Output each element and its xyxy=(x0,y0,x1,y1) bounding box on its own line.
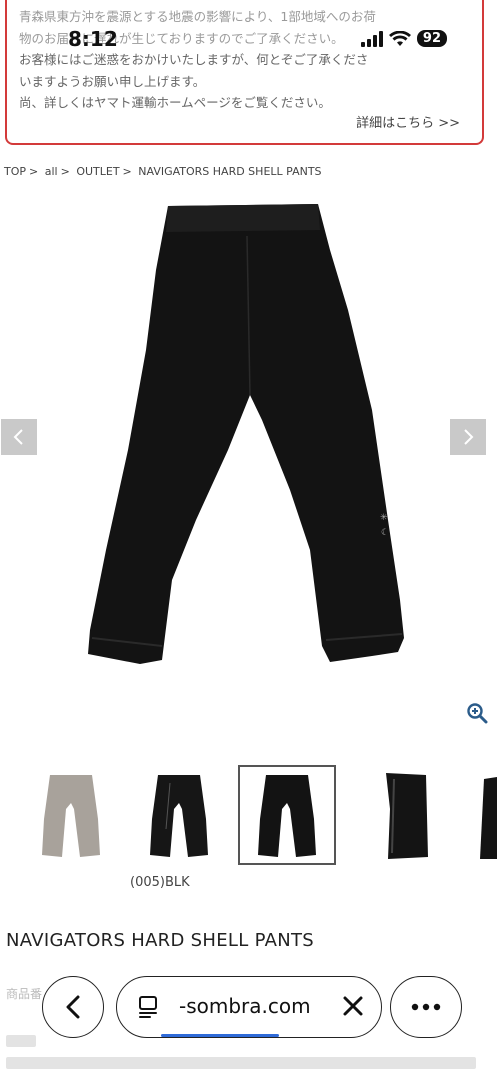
product-title: NAVIGATORS HARD SHELL PANTS xyxy=(6,930,314,951)
breadcrumb-outlet[interactable]: OUTLET xyxy=(76,165,119,178)
breadcrumb-separator: > xyxy=(29,165,39,178)
chevron-right-icon xyxy=(464,429,474,445)
url-text: -sombra.com xyxy=(179,994,311,1018)
signal-icon xyxy=(360,30,383,47)
zoom-in-icon xyxy=(467,703,488,724)
more-button[interactable] xyxy=(390,976,462,1038)
svg-text:✳: ✳ xyxy=(380,513,388,523)
breadcrumb-top[interactable]: TOP xyxy=(4,165,26,178)
thumbnail-black-front[interactable] xyxy=(238,765,336,865)
thumbnail-beige[interactable] xyxy=(22,765,120,865)
status-bar: 8:12 92 xyxy=(0,27,497,55)
breadcrumb-current: NAVIGATORS HARD SHELL PANTS xyxy=(138,165,322,178)
chevron-left-icon xyxy=(13,429,23,445)
back-button[interactable] xyxy=(42,976,104,1038)
more-icon xyxy=(411,1003,441,1011)
gallery-prev-button[interactable] xyxy=(1,419,37,455)
address-bar[interactable]: -sombra.com xyxy=(116,976,382,1038)
close-icon[interactable] xyxy=(341,994,365,1018)
notice-more-link[interactable]: 詳細はこちら >> xyxy=(356,112,460,131)
notice-banner: 青森県東方沖を震源とする地震の影響により、1部地域へのお荷 物のお届けに遅れが生… xyxy=(5,0,484,145)
battery-indicator: 92 xyxy=(416,30,447,47)
wifi-icon xyxy=(388,30,411,46)
status-time: 8:12 xyxy=(68,27,118,51)
color-label: (005)BLK xyxy=(130,875,190,890)
browser-toolbar: -sombra.com xyxy=(0,972,497,1052)
pants-image: ✳ ☾ xyxy=(88,204,404,664)
thumbnail-strip xyxy=(0,765,497,870)
notice-line-5: 尚、詳しくはヤマト運輸ホームページをご覧ください。 xyxy=(19,95,331,110)
status-icons: 92 xyxy=(360,30,447,47)
obscured-text xyxy=(6,1057,476,1069)
breadcrumb-all[interactable]: all xyxy=(45,165,58,178)
page-load-progress xyxy=(161,1034,279,1037)
thumbnail-black-side[interactable] xyxy=(130,765,228,865)
breadcrumb-separator: > xyxy=(60,165,70,178)
product-image[interactable]: ✳ ☾ xyxy=(0,190,497,680)
zoom-button[interactable] xyxy=(466,702,488,728)
breadcrumb: TOP > all > OUTLET > NAVIGATORS HARD SHELL … xyxy=(4,165,325,178)
tabs-icon xyxy=(139,996,157,1018)
svg-text:☾: ☾ xyxy=(381,528,389,538)
thumbnail-partial[interactable] xyxy=(460,765,497,865)
thumbnail-black-detail[interactable] xyxy=(350,765,448,865)
breadcrumb-separator: > xyxy=(122,165,132,178)
notice-line-4: いますようお願い申し上げます。 xyxy=(19,73,206,89)
notice-line-1: 青森県東方沖を震源とする地震の影響により、1部地域へのお荷 xyxy=(19,9,376,24)
gallery-next-button[interactable] xyxy=(450,419,486,455)
chevron-left-icon xyxy=(66,995,80,1019)
